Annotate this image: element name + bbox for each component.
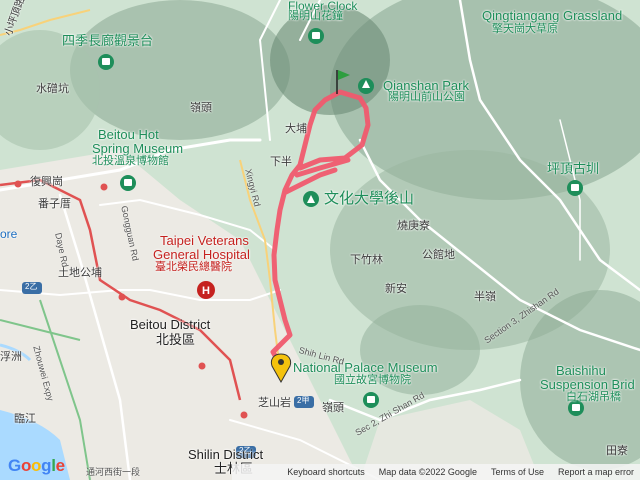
map-canvas[interactable]: H — [0, 0, 640, 480]
svg-text:H: H — [202, 285, 210, 297]
poi-culture-univ-zh[interactable]: 文化大學後山 — [324, 191, 414, 207]
place-label: 新安 — [385, 283, 407, 295]
road-badge-label: 2乙 — [25, 282, 38, 291]
poi-palace-museum-zh: 國立故宮博物院 — [334, 374, 411, 386]
poi-baishihu-en2: Suspension Brid — [540, 377, 635, 392]
poi-qianshan-zh: 陽明山前山公園 — [388, 91, 465, 103]
poi-veterans-en1[interactable]: Taipei Veterans — [160, 234, 249, 248]
poi-flower-clock-zh: 陽明山花鐘 — [288, 10, 343, 22]
place-label: 臨江 — [14, 413, 36, 425]
place-label: 土地公埔 — [58, 267, 102, 279]
place-label: 公館地 — [422, 249, 455, 261]
road-badge-label: 2乙 — [239, 446, 252, 455]
place-label: 下竹林 — [350, 254, 383, 266]
district-shilin-en: Shilin District — [188, 447, 264, 462]
poi-veterans-zh: 臺北榮民總醫院 — [155, 261, 232, 273]
poi-palace-museum-en[interactable]: National Palace Museum — [293, 361, 438, 375]
poi-marker-icon — [308, 28, 324, 44]
poi-marker-icon — [358, 78, 374, 94]
poi-sijichang-zh[interactable]: 四季長廊觀景台 — [62, 34, 153, 48]
poi-marker-icon — [98, 54, 114, 70]
district-beitou-zh: 北投區 — [156, 332, 196, 347]
road-label: 通河西街一段 — [86, 467, 141, 477]
terms-of-use-link[interactable]: Terms of Use — [491, 467, 544, 477]
mountain-shade — [70, 0, 290, 140]
place-label: 燒庚寮 — [397, 220, 430, 232]
poi-baishihu-en1[interactable]: Baishihu — [556, 364, 606, 378]
report-map-error-link[interactable]: Report a map error — [558, 467, 634, 477]
hospital-icon: H — [197, 281, 215, 299]
poi-baishihu-zh: 白石湖吊橋 — [566, 391, 621, 403]
place-label: 嶺頭 — [190, 102, 212, 114]
map-footer: Keyboard shortcuts Map data ©2022 Google… — [232, 464, 640, 480]
place-label: ore — [0, 227, 18, 241]
poi-marker-icon — [567, 180, 583, 196]
poi-qingtiangang-zh: 擎天崗大草原 — [492, 23, 558, 35]
poi-marker-icon — [120, 175, 136, 191]
place-label: 大埔 — [285, 123, 307, 135]
map-data-attribution: Map data ©2022 Google — [378, 467, 477, 477]
poi-pingding-zh[interactable]: 坪頂古圳 — [547, 162, 599, 176]
poi-beitou-museum-en1[interactable]: Beitou Hot — [98, 128, 159, 142]
poi-beitou-museum-zh: 北投溫泉博物館 — [92, 155, 169, 167]
place-label: 水磳坑 — [36, 83, 69, 95]
place-label: 芝山岩 — [258, 397, 291, 409]
poi-qingtiangang-en[interactable]: Qingtiangang Grassland — [482, 9, 622, 23]
place-label: 半嶺 — [474, 291, 496, 303]
poi-beitou-museum-en2: Spring Museum — [92, 141, 184, 156]
poi-marker-icon — [363, 392, 379, 408]
google-logo: Google — [8, 456, 65, 475]
place-label: 番子厝 — [38, 198, 71, 210]
keyboard-shortcuts-link[interactable]: Keyboard shortcuts — [287, 467, 365, 477]
place-label: 下半 — [270, 156, 292, 168]
poi-marker-icon — [303, 191, 319, 207]
poi-veterans-en2: General Hospital — [153, 247, 250, 262]
place-label: 嶺頭 — [322, 402, 344, 414]
district-beitou-en: Beitou District — [130, 317, 211, 332]
place-label: 浮洲 — [0, 351, 22, 363]
place-label: 復興崗 — [30, 176, 63, 188]
road-badge-label: 2甲 — [297, 396, 310, 405]
place-label: 田寮 — [606, 445, 628, 457]
